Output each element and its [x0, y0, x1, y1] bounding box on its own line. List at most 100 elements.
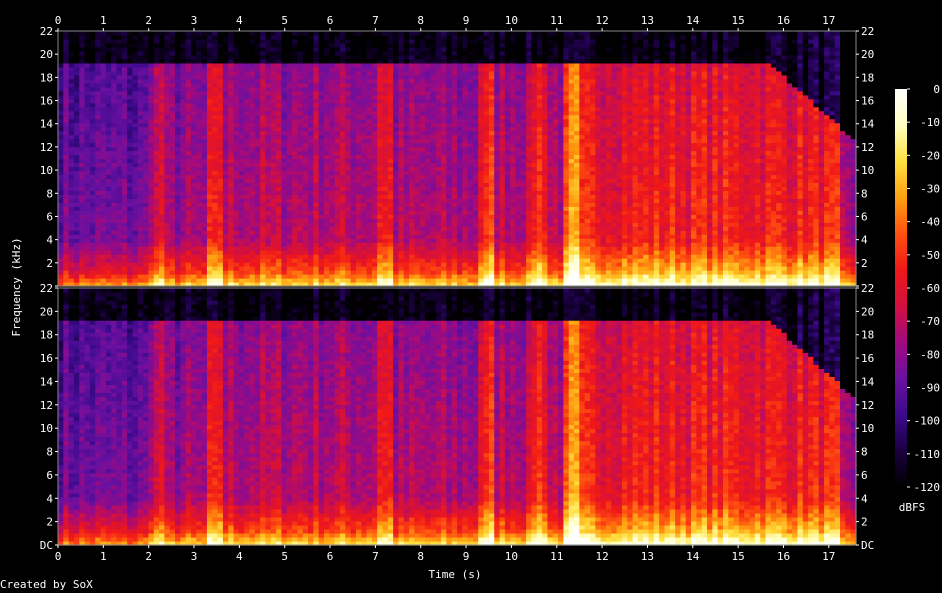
y-tick-label: 18 [861, 329, 874, 342]
y-tick-label: DC [40, 539, 53, 552]
colorbar-tick-label: -120 [914, 481, 941, 494]
y-tick-label: 6 [46, 210, 53, 223]
y-tick-label: 4 [861, 492, 868, 505]
spectrogram-channel-bottom [58, 288, 857, 546]
colorbar-tick-label: 0 [933, 83, 940, 96]
y-tick-label: 14 [40, 118, 54, 131]
x-tick-label: 11 [550, 550, 563, 563]
x-tick-label: 4 [236, 550, 243, 563]
y-tick-label: 18 [861, 71, 874, 84]
colorbar-tick-label: -10 [920, 116, 940, 129]
y-tick-label: 2 [46, 257, 53, 270]
x-tick-label: 1 [100, 14, 107, 27]
x-tick-label: 16 [777, 550, 790, 563]
y-tick-label: 22 [861, 282, 874, 295]
colorbar-tick-label: -70 [920, 315, 940, 328]
colorbar: 0 -10 -20 -30 -40 -50 -60 -70 -80 -90 -100 -110 -120 [895, 83, 940, 494]
y-tick-label: 16 [40, 352, 53, 365]
y-tick-label: 6 [861, 469, 868, 482]
colorbar-tick-label: -60 [920, 282, 940, 295]
y-tick-label: 10 [861, 164, 874, 177]
y-tick-label: 16 [40, 95, 53, 108]
y-tick-label: 20 [40, 305, 53, 318]
x-tick-label: 14 [686, 550, 700, 563]
y-tick-label: 10 [40, 164, 53, 177]
y-tick-label: 12 [40, 399, 53, 412]
colorbar-tick-label: -30 [920, 183, 940, 196]
y-tick-label: 22 [861, 25, 874, 38]
colorbar-tick-label: -50 [920, 249, 940, 262]
y-tick-label: 14 [40, 375, 54, 388]
x-tick-label: 13 [641, 550, 654, 563]
y-tick-label: 18 [40, 71, 53, 84]
y-tick-label: 2 [46, 516, 53, 529]
y-tick-label: 20 [861, 305, 874, 318]
y-tick-label: 8 [861, 446, 868, 459]
y-axis-label: Frequency (kHz) [10, 237, 23, 336]
x-tick-label: 7 [372, 550, 379, 563]
x-tick-label: 8 [417, 550, 424, 563]
x-tick-label: 17 [822, 14, 835, 27]
y-tick-label: 20 [40, 48, 53, 61]
x-tick-label: 12 [595, 550, 608, 563]
x-tick-label: 3 [191, 14, 198, 27]
x-tick-label: 7 [372, 14, 379, 27]
colorbar-gradient [895, 89, 907, 487]
y-tick-label: 12 [40, 141, 53, 154]
x-tick-label: 10 [505, 550, 518, 563]
y-tick-label: DC [861, 539, 874, 552]
y-tick-label: 18 [40, 329, 53, 342]
y-tick-label: 8 [861, 187, 868, 200]
x-tick-label: 15 [731, 14, 744, 27]
x-tick-label: 15 [731, 550, 744, 563]
colorbar-label: dBFS [899, 501, 926, 514]
x-tick-label: 2 [145, 550, 152, 563]
y-tick-label: 22 [40, 282, 53, 295]
spectrogram-channel-top [58, 31, 857, 287]
x-tick-label: 5 [281, 550, 288, 563]
y-tick-label: 4 [46, 492, 53, 505]
y-tick-label: 20 [861, 48, 874, 61]
x-tick-label: 10 [505, 14, 518, 27]
x-axis-label: Time (s) [429, 568, 482, 581]
x-tick-label: 11 [550, 14, 563, 27]
x-tick-label: 1 [100, 550, 107, 563]
x-tick-label: 9 [463, 14, 470, 27]
y-tick-label: 8 [46, 187, 53, 200]
y-tick-label: 22 [40, 25, 53, 38]
y-tick-label: 12 [861, 141, 874, 154]
x-tick-label: 17 [822, 550, 835, 563]
colorbar-tick-label: -100 [914, 415, 941, 428]
y-tick-label: 12 [861, 399, 874, 412]
x-tick-label: 12 [595, 14, 608, 27]
x-tick-label: 13 [641, 14, 654, 27]
spectrogram-figure: 2 24 46 68 810 1012 1214 1416 1618 1820 2022 22DC DC… [10, 14, 940, 581]
x-tick-label: 16 [777, 14, 790, 27]
credit-text: Created by SoX [0, 578, 93, 591]
colorbar-tick-label: -40 [920, 216, 940, 229]
x-tick-label: 3 [191, 550, 198, 563]
y-tick-label: 4 [46, 234, 53, 247]
y-tick-label: 10 [861, 422, 874, 435]
y-tick-label: 8 [46, 446, 53, 459]
x-tick-label: 0 [55, 14, 62, 27]
x-tick-label: 6 [327, 14, 334, 27]
x-tick-label: 0 [55, 550, 62, 563]
y-tick-label: 2 [861, 516, 868, 529]
y-tick-label: 6 [46, 469, 53, 482]
colorbar-tick-label: -80 [920, 348, 940, 361]
colorbar-tick-label: -90 [920, 382, 940, 395]
colorbar-tick-label: -20 [920, 149, 940, 162]
y-tick-label: 4 [861, 234, 868, 247]
x-tick-label: 9 [463, 550, 470, 563]
x-tick-label: 5 [281, 14, 288, 27]
colorbar-tick-label: -110 [914, 448, 941, 461]
y-tick-label: 14 [861, 375, 875, 388]
x-tick-label: 14 [686, 14, 700, 27]
y-tick-label: 6 [861, 210, 868, 223]
x-tick-label: 4 [236, 14, 243, 27]
y-tick-label: 10 [40, 422, 53, 435]
y-tick-label: 16 [861, 95, 874, 108]
y-tick-label: 16 [861, 352, 874, 365]
x-tick-label: 6 [327, 550, 334, 563]
